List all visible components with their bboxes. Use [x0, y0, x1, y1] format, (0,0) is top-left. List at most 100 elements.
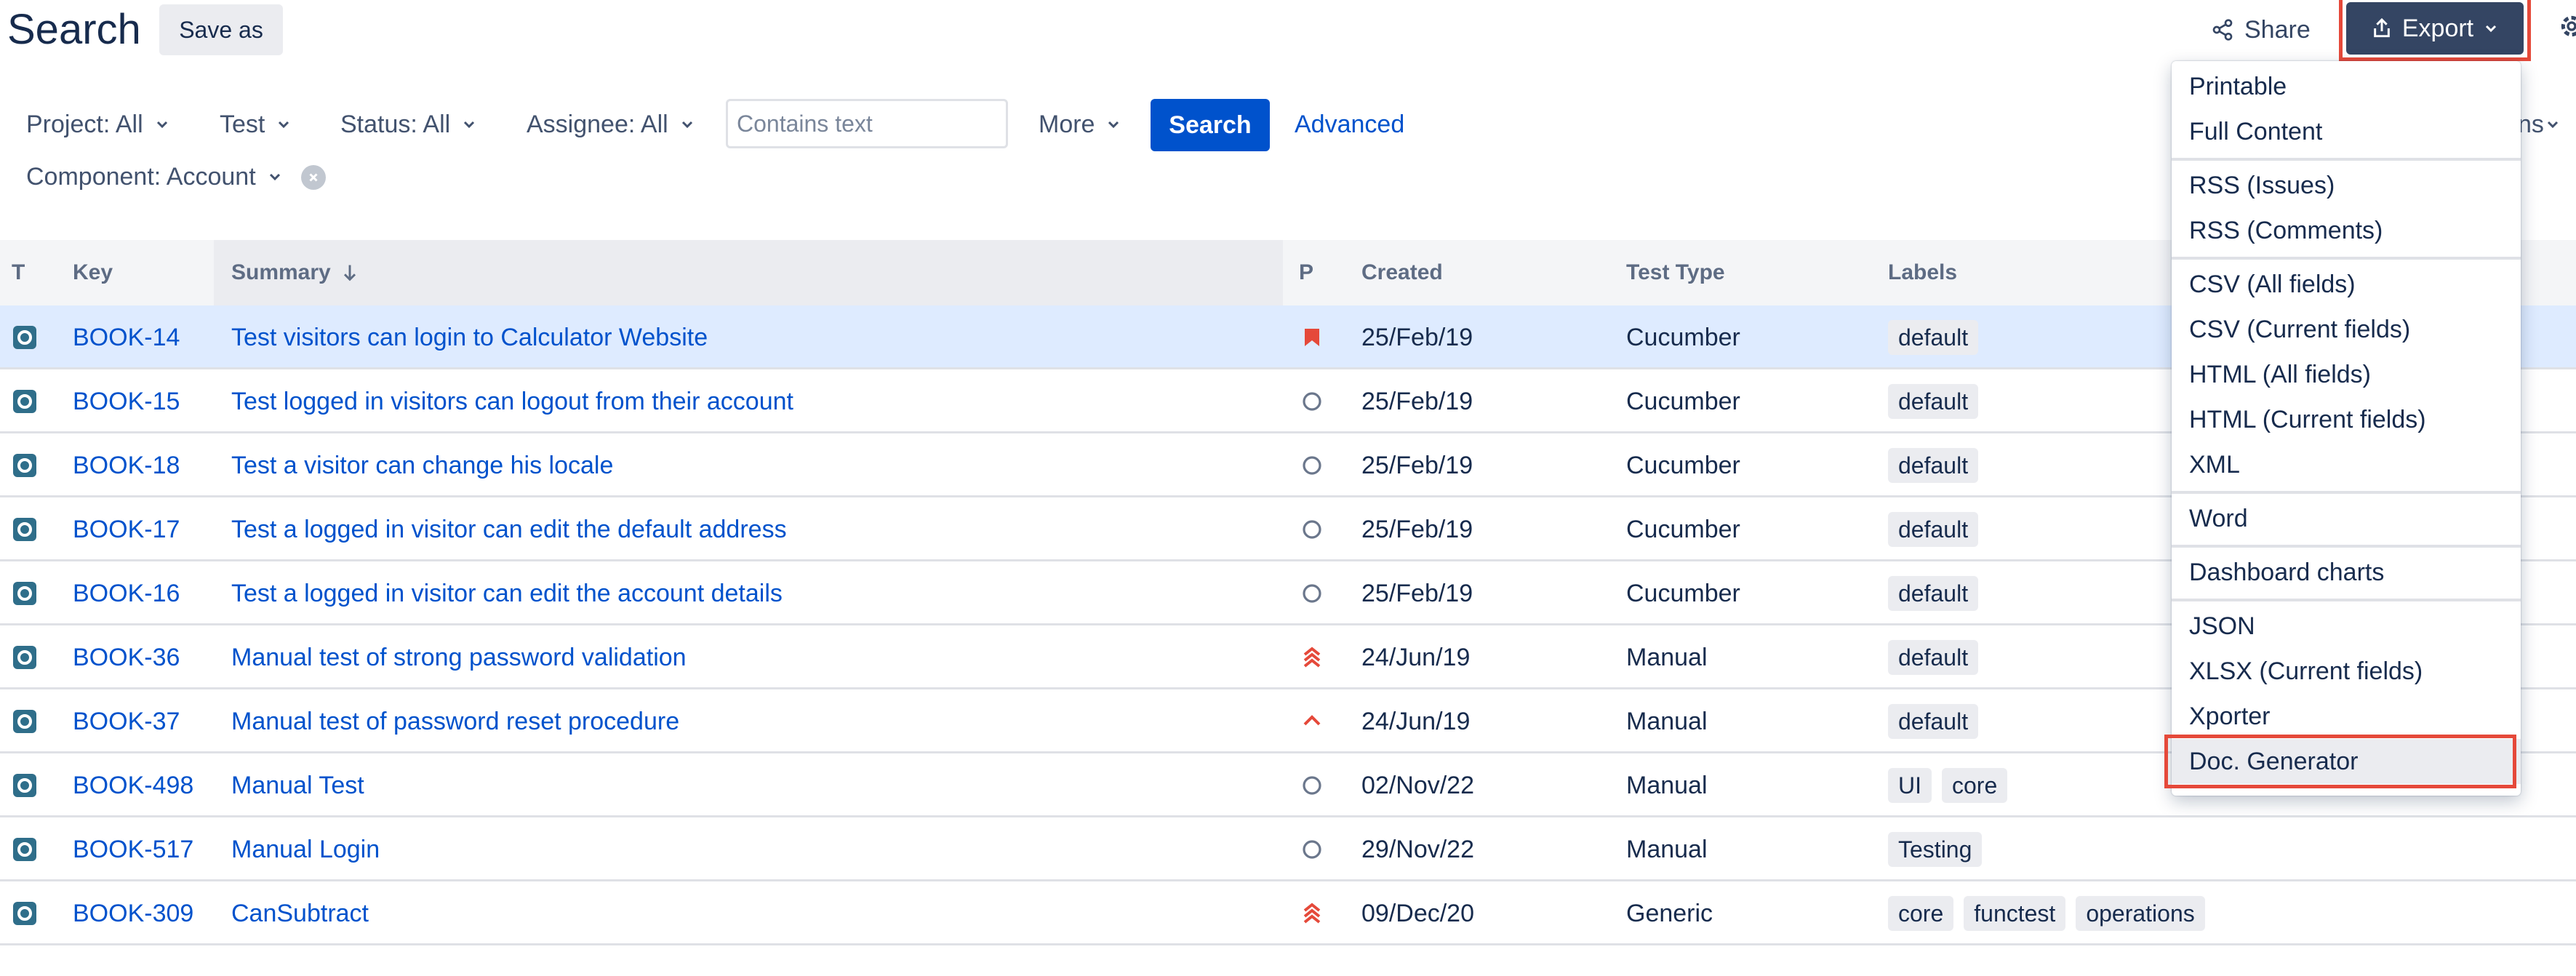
columns-button[interactable]: ns: [2518, 102, 2561, 147]
issue-key-link[interactable]: BOOK-18: [73, 433, 180, 497]
labels-cell: default: [1888, 625, 1979, 689]
issue-summary-link[interactable]: Test a logged in visitor can edit the ac…: [231, 561, 783, 625]
test-issue-type-icon: [13, 582, 36, 605]
chevron-down-icon: [269, 173, 280, 181]
test-type-cell: Cucumber: [1626, 451, 1740, 479]
label-lozenge[interactable]: core: [1888, 896, 1954, 931]
export-menu-item[interactable]: HTML (Current fields): [2172, 397, 2521, 442]
gear-icon[interactable]: [2557, 12, 2576, 41]
table-row[interactable]: BOOK-309 CanSubtract 09/Dec/20 Generic core f…: [0, 881, 2576, 945]
label-lozenge[interactable]: core: [1942, 768, 2008, 803]
share-button[interactable]: Share: [2196, 7, 2325, 52]
export-menu-item[interactable]: JSON: [2172, 604, 2521, 649]
export-menu-item[interactable]: Printable: [2172, 64, 2521, 109]
col-created-header[interactable]: Created: [1361, 240, 1443, 305]
export-menu-item[interactable]: RSS (Issues): [2172, 163, 2521, 208]
more-filter[interactable]: More: [1039, 102, 1122, 147]
export-menu-item[interactable]: Dashboard charts: [2172, 550, 2521, 595]
label-lozenge[interactable]: default: [1888, 640, 1979, 675]
priority-cell: [1300, 625, 1324, 689]
labels-cell: UI core: [1888, 753, 2008, 817]
col-test-type-header[interactable]: Test Type: [1626, 240, 1725, 305]
col-summary-header[interactable]: Summary: [231, 240, 360, 305]
priority-cell: [1300, 305, 1324, 369]
issue-key-link[interactable]: BOOK-14: [73, 305, 180, 369]
issue-key-link[interactable]: BOOK-16: [73, 561, 180, 625]
issue-summary-link[interactable]: Test a visitor can change his locale: [231, 433, 613, 497]
issue-summary-link[interactable]: Manual Test: [231, 753, 364, 817]
priority-highest-icon: [1305, 329, 1319, 346]
priority-cell: [1300, 561, 1324, 625]
col-labels-header[interactable]: Labels: [1888, 240, 1957, 305]
labels-cell: default: [1888, 561, 1979, 625]
table-row[interactable]: BOOK-517 Manual Login 29/Nov/22 Manual Testi…: [0, 817, 2576, 881]
export-menu-item[interactable]: XLSX (Current fields): [2172, 649, 2521, 694]
advanced-link[interactable]: Advanced: [1295, 102, 1404, 147]
priority-cell: [1300, 433, 1324, 497]
created-cell: 25/Feb/19: [1361, 579, 1473, 607]
issue-summary-link[interactable]: Test logged in visitors can logout from …: [231, 369, 793, 433]
col-type-header[interactable]: T: [12, 240, 25, 305]
issue-key-link[interactable]: BOOK-15: [73, 369, 180, 433]
page-title: Search: [7, 6, 141, 53]
assignee-filter[interactable]: Assignee: All: [527, 102, 696, 147]
export-menu-item[interactable]: CSV (All fields): [2172, 262, 2521, 307]
label-lozenge[interactable]: default: [1888, 384, 1979, 419]
label-lozenge[interactable]: default: [1888, 448, 1979, 483]
export-menu-item[interactable]: HTML (All fields): [2172, 352, 2521, 397]
issue-key-link[interactable]: BOOK-37: [73, 689, 180, 753]
test-issue-type-icon: [13, 518, 36, 541]
label-lozenge[interactable]: functest: [1964, 896, 2066, 931]
status-filter[interactable]: Status: All: [340, 102, 478, 147]
component-filter[interactable]: Component: Account: [26, 154, 284, 199]
test-issue-type-icon: [13, 710, 36, 733]
label-lozenge[interactable]: Testing: [1888, 832, 1983, 867]
col-priority-header[interactable]: P: [1299, 240, 1313, 305]
issue-summary-link[interactable]: CanSubtract: [231, 881, 369, 945]
issue-key-link[interactable]: BOOK-17: [73, 497, 180, 561]
test-type-cell: Manual: [1626, 643, 1708, 671]
col-key-header[interactable]: Key: [73, 240, 113, 305]
label-lozenge[interactable]: default: [1888, 512, 1979, 547]
export-menu-item[interactable]: CSV (Current fields): [2172, 307, 2521, 352]
issue-summary-link[interactable]: Test visitors can login to Calculator We…: [231, 305, 708, 369]
label-lozenge[interactable]: default: [1888, 576, 1979, 611]
share-icon: [2212, 19, 2233, 41]
test-issue-type-icon: [13, 838, 36, 861]
sort-down-icon: [343, 265, 356, 281]
clear-component-icon[interactable]: [301, 165, 326, 190]
issue-summary-link[interactable]: Manual Login: [231, 817, 380, 881]
issue-summary-link[interactable]: Test a logged in visitor can edit the de…: [231, 497, 787, 561]
labels-cell: default: [1888, 305, 1979, 369]
export-menu-item[interactable]: Full Content: [2172, 109, 2521, 154]
priority-none-icon: [1303, 456, 1321, 475]
labels-cell: default: [1888, 497, 1979, 561]
label-lozenge[interactable]: default: [1888, 320, 1979, 355]
export-menu-item[interactable]: XML: [2172, 442, 2521, 487]
issue-key-link[interactable]: BOOK-309: [73, 881, 193, 945]
export-menu-item[interactable]: Xporter: [2172, 694, 2521, 739]
issue-key-link[interactable]: BOOK-36: [73, 625, 180, 689]
search-button[interactable]: Search: [1151, 99, 1270, 151]
test-filter[interactable]: Test: [220, 102, 292, 147]
export-menu-item[interactable]: RSS (Comments): [2172, 208, 2521, 253]
created-cell: 02/Nov/22: [1361, 771, 1474, 799]
export-menu-item[interactable]: Word: [2172, 496, 2521, 541]
issue-summary-link[interactable]: Manual test of password reset procedure: [231, 689, 679, 753]
save-as-button[interactable]: Save as: [159, 4, 283, 55]
summary-header-highlight: [214, 240, 1283, 305]
priority-none-icon: [1303, 392, 1321, 411]
chevron-down-icon: [279, 121, 289, 129]
label-lozenge[interactable]: default: [1888, 704, 1979, 739]
priority-none-icon: [1303, 584, 1321, 603]
label-lozenge[interactable]: operations: [2076, 896, 2205, 931]
issue-key-link[interactable]: BOOK-517: [73, 817, 193, 881]
project-filter[interactable]: Project: All: [26, 102, 171, 147]
created-cell: 25/Feb/19: [1361, 387, 1473, 415]
issue-summary-link[interactable]: Manual test of strong password validatio…: [231, 625, 687, 689]
priority-cell: [1300, 497, 1324, 561]
labels-cell: default: [1888, 689, 1979, 753]
contains-text-input[interactable]: [726, 99, 1008, 148]
label-lozenge[interactable]: UI: [1888, 768, 1932, 803]
issue-key-link[interactable]: BOOK-498: [73, 753, 193, 817]
